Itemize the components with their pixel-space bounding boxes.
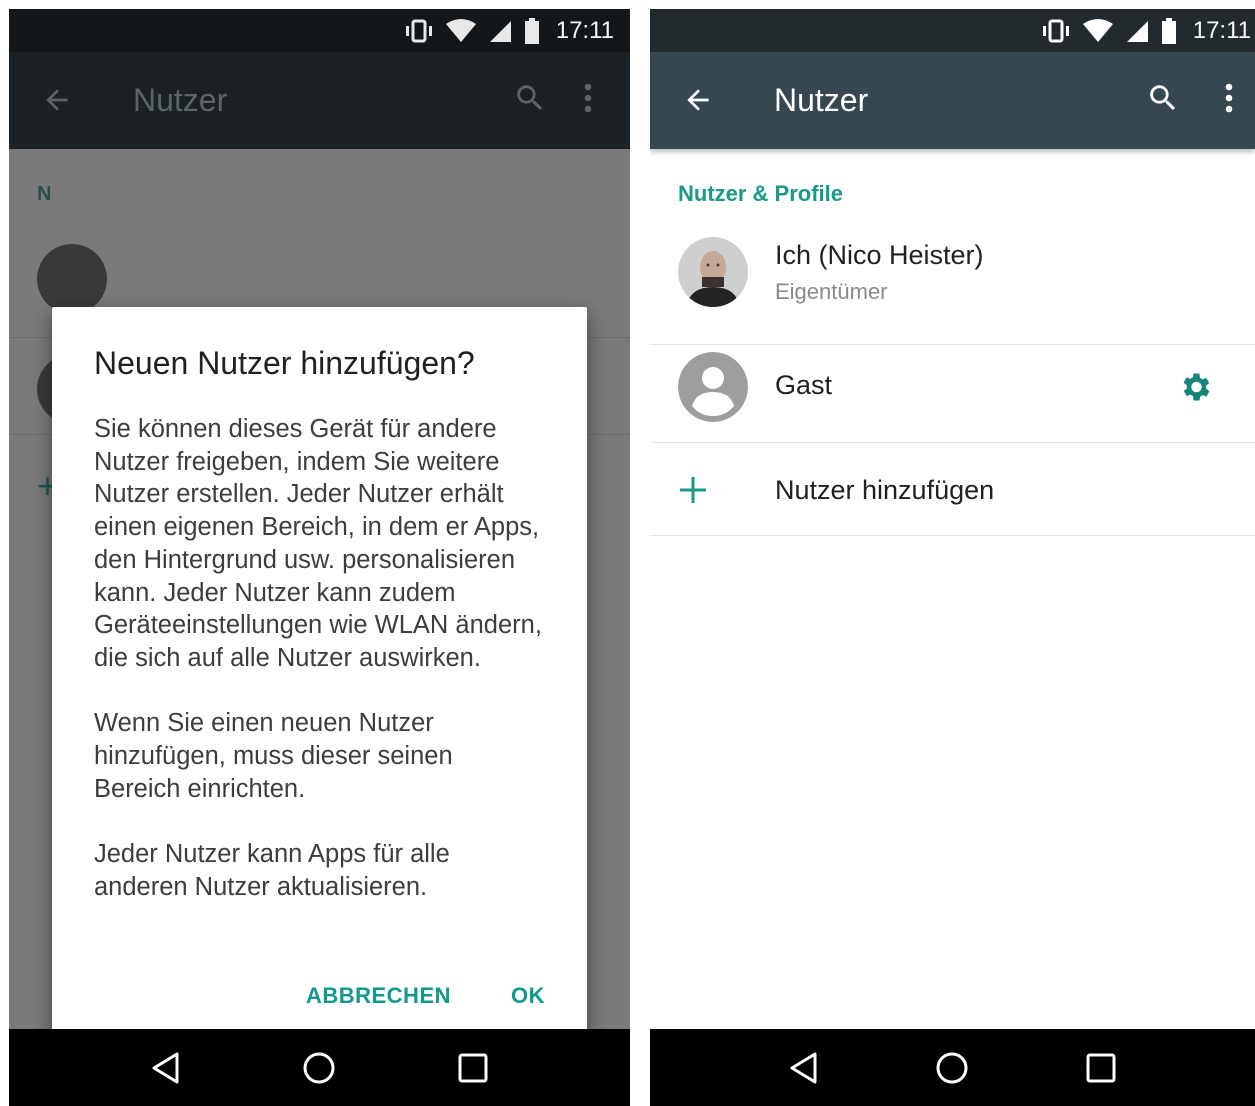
nav-back-icon[interactable] [779,1043,829,1093]
gear-icon[interactable] [1175,367,1215,407]
status-bar: 17:11 [650,9,1255,52]
avatar [678,237,748,307]
app-bar: Nutzer [650,52,1255,149]
list-item-guest[interactable]: Gast [650,352,1255,434]
more-vert-icon[interactable] [568,78,608,118]
ok-button[interactable]: OK [511,983,545,1009]
plus-icon [678,475,708,505]
status-bar: 17:11 [9,9,630,52]
cancel-button[interactable]: ABBRECHEN [306,983,451,1009]
battery-icon [1161,16,1177,46]
page-title: Nutzer [133,82,228,118]
nav-back-icon[interactable] [141,1043,191,1093]
avatar [37,244,107,314]
dialog-paragraph: Jeder Nutzer kann Apps für alle anderen … [94,840,450,901]
search-icon[interactable] [510,78,550,118]
wifi-icon [1082,16,1113,46]
divider [650,442,1255,443]
list-item-owner[interactable]: Ich (Nico Heister) Eigentümer [650,237,1255,337]
dialog-paragraph: Wenn Sie einen neuen Nutzer hinzufügen, … [94,709,453,803]
nav-home-icon[interactable] [294,1043,344,1093]
content-dimmed: N + Neuen Nutzer hinzufügen? Sie können … [9,149,630,1054]
nav-recents-icon[interactable] [448,1043,498,1093]
divider [650,535,1255,536]
add-user-label: Nutzer hinzufügen [775,475,995,505]
dialog-paragraph: Sie können dieses Gerät für andere Nutze… [94,415,542,672]
section-header: Nutzer & Profile [678,181,844,206]
battery-icon [524,16,540,46]
page-title: Nutzer [774,82,869,118]
back-arrow-icon[interactable] [37,80,77,120]
users-list: Nutzer & Profile Ich (Nico Heister) Eige… [650,149,1255,1029]
user-name: Gast [775,370,833,400]
signal-icon [488,16,512,46]
dialog-actions: ABBRECHEN OK [306,983,545,1009]
dialog-title: Neuen Nutzer hinzufügen? [94,345,475,381]
nav-recents-icon[interactable] [1076,1043,1126,1093]
add-user-button[interactable]: Nutzer hinzufügen [650,447,1255,529]
user-name: Ich (Nico Heister) [775,240,984,270]
add-user-dialog: Neuen Nutzer hinzufügen? Sie können dies… [52,307,587,1054]
vibrate-icon [404,16,434,46]
app-bar: Nutzer [9,52,630,149]
right-screen: 17:11 Nutzer Nutzer & Profile Ich (Nico … [650,9,1255,1106]
search-icon[interactable] [1143,78,1183,118]
left-screen: 17:11 Nutzer N + Neuen Nutzer hinzufügen… [9,9,630,1106]
wifi-icon [445,16,476,46]
more-vert-icon[interactable] [1209,78,1249,118]
navigation-bar [650,1029,1255,1106]
divider [650,344,1255,345]
user-role: Eigentümer [775,279,888,304]
status-time: 17:11 [1192,16,1251,44]
back-arrow-icon[interactable] [678,80,718,120]
nav-home-icon[interactable] [927,1043,977,1093]
avatar [678,352,748,422]
navigation-bar [9,1029,630,1106]
signal-icon [1125,16,1149,46]
section-header-dimmed: N [37,183,52,205]
vibrate-icon [1041,16,1071,46]
status-time: 17:11 [555,16,614,44]
